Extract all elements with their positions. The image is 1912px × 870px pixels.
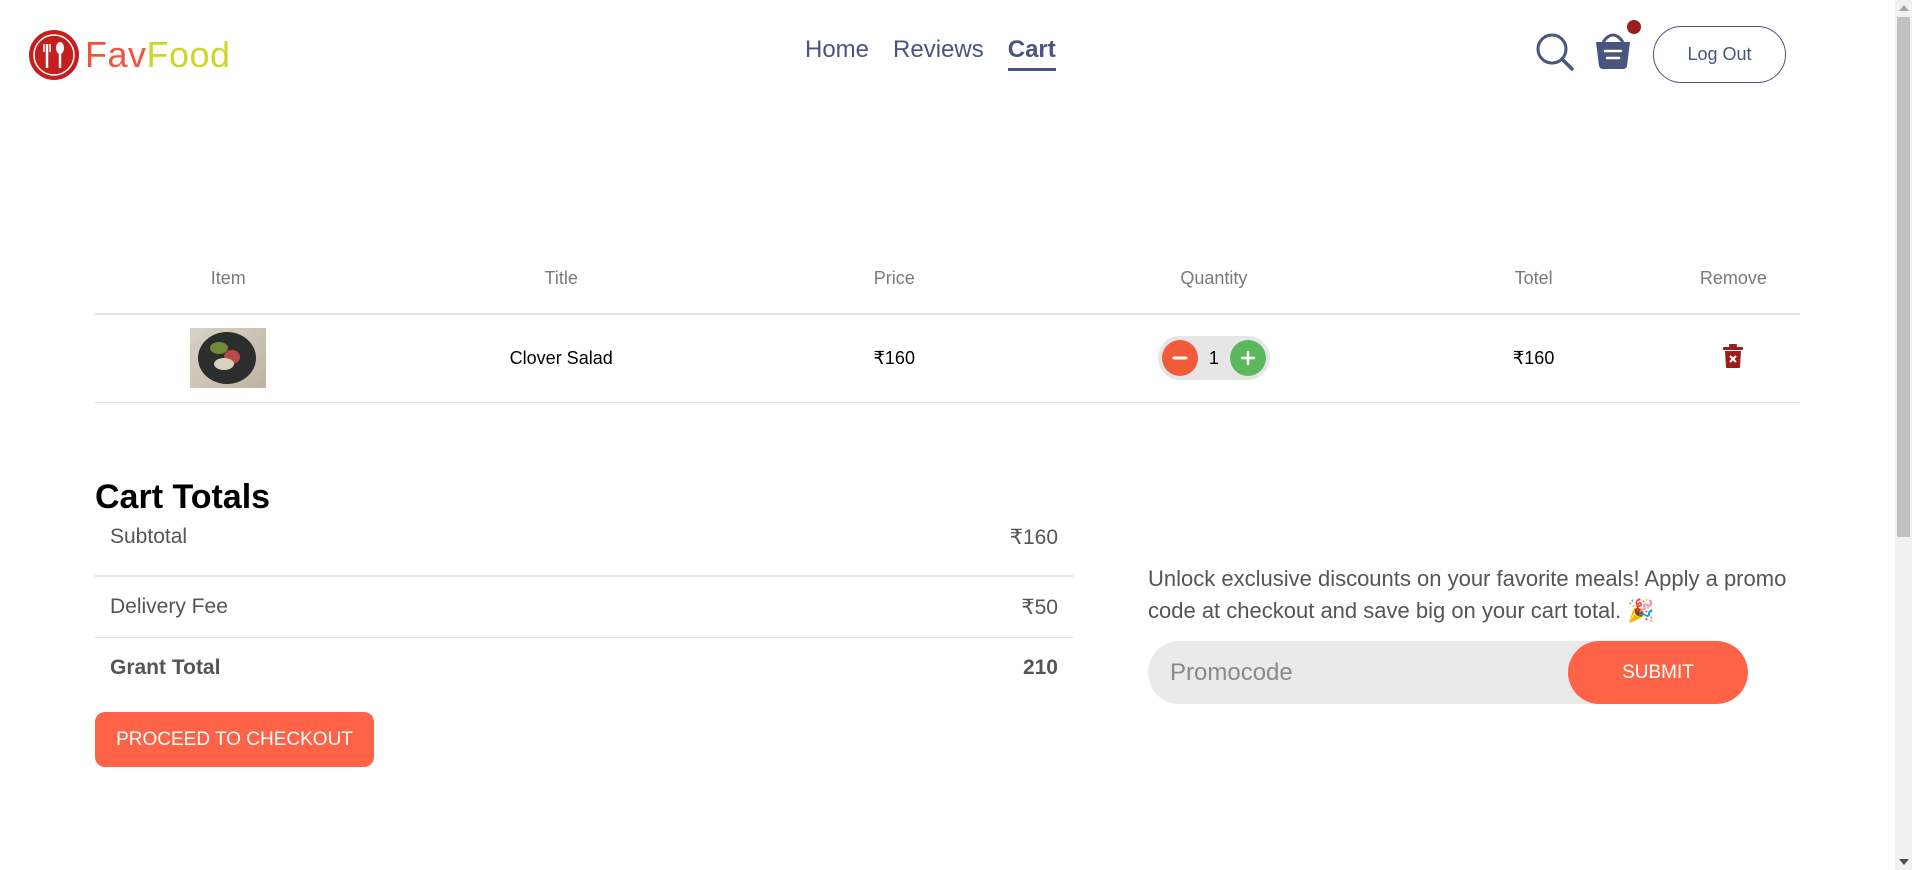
page-scrollbar[interactable] xyxy=(1895,0,1912,870)
grand-total-label: Grant Total xyxy=(110,656,221,679)
subtotal-value: ₹160 xyxy=(1009,526,1058,549)
brand-name: FavFood xyxy=(85,34,231,76)
scrollbar-thumb[interactable] xyxy=(1897,17,1910,537)
brand-logo[interactable]: FavFood xyxy=(29,30,231,80)
divider xyxy=(95,313,1800,315)
delivery-fee-value: ₹50 xyxy=(1021,595,1058,619)
header-remove: Remove xyxy=(1699,267,1767,288)
cart-item-title: Clover Salad xyxy=(509,347,613,368)
remove-cell xyxy=(1667,343,1800,374)
subtotal-label: Subtotal xyxy=(110,525,188,548)
nav-item-home[interactable]: Home xyxy=(805,36,869,71)
scroll-down-icon[interactable] xyxy=(1899,859,1909,865)
header-total: Totel xyxy=(1514,267,1553,288)
minus-icon xyxy=(1172,356,1188,360)
decrease-quantity-button[interactable] xyxy=(1161,340,1198,376)
scroll-up-icon[interactable] xyxy=(1899,5,1909,11)
cart-item-price: ₹160 xyxy=(873,347,915,368)
quantity-value: 1 xyxy=(1208,347,1219,368)
promo-section: Unlock exclusive discounts on your favor… xyxy=(1148,563,1788,704)
search-icon[interactable] xyxy=(1535,32,1575,72)
delivery-fee-label: Delivery Fee xyxy=(110,595,228,618)
increase-quantity-button[interactable] xyxy=(1229,340,1266,376)
subtotal-row: Subtotal ₹160 xyxy=(95,525,1073,575)
fork-spoon-logo-icon xyxy=(29,30,79,80)
cart-notification-dot xyxy=(1627,20,1641,34)
header-title: Title xyxy=(544,267,578,288)
promo-submit-button[interactable]: SUBMIT xyxy=(1568,641,1748,704)
header-item: Item xyxy=(210,267,246,288)
cart-totals: Cart Totals Subtotal ₹160 Delivery Fee ₹… xyxy=(95,478,1073,767)
plus-icon xyxy=(1240,350,1256,366)
logout-button[interactable]: Log Out xyxy=(1653,26,1786,83)
cart-item-row: Clover Salad ₹160 1 ₹160 xyxy=(95,328,1800,388)
nav-item-cart[interactable]: Cart xyxy=(1007,36,1056,71)
promocode-input[interactable] xyxy=(1148,641,1568,704)
cart-header-row: Item Title Price Quantity Totel Remove xyxy=(95,258,1800,298)
delivery-fee-row: Delivery Fee ₹50 xyxy=(95,577,1073,637)
divider xyxy=(95,402,1800,403)
header-quantity: Quantity xyxy=(1180,267,1248,288)
header-price: Price xyxy=(873,267,915,288)
cart-item-total: ₹160 xyxy=(1512,347,1555,368)
basket-icon[interactable] xyxy=(1593,28,1633,70)
promo-description: Unlock exclusive discounts on your favor… xyxy=(1148,566,1787,623)
brand-name-part2: Food xyxy=(146,34,231,75)
quantity-cell: 1 xyxy=(1027,336,1400,380)
grand-total-value: 210 xyxy=(1022,656,1058,679)
nav-menu: Home Reviews Cart xyxy=(805,36,1056,71)
grand-total-row: Grant Total 210 xyxy=(95,638,1073,698)
promo-form: SUBMIT xyxy=(1148,641,1748,704)
cart-totals-heading: Cart Totals xyxy=(95,478,271,516)
food-thumbnail xyxy=(190,328,267,388)
proceed-to-checkout-button[interactable]: PROCEED TO CHECKOUT xyxy=(95,712,374,767)
nav-item-reviews[interactable]: Reviews xyxy=(893,36,984,71)
navbar: FavFood Home Reviews Cart Log Out xyxy=(0,0,1895,110)
quantity-stepper: 1 xyxy=(1157,336,1270,380)
cart-item-image-cell xyxy=(95,328,361,388)
trash-icon[interactable] xyxy=(1722,343,1744,369)
brand-name-part1: Fav xyxy=(85,34,147,75)
